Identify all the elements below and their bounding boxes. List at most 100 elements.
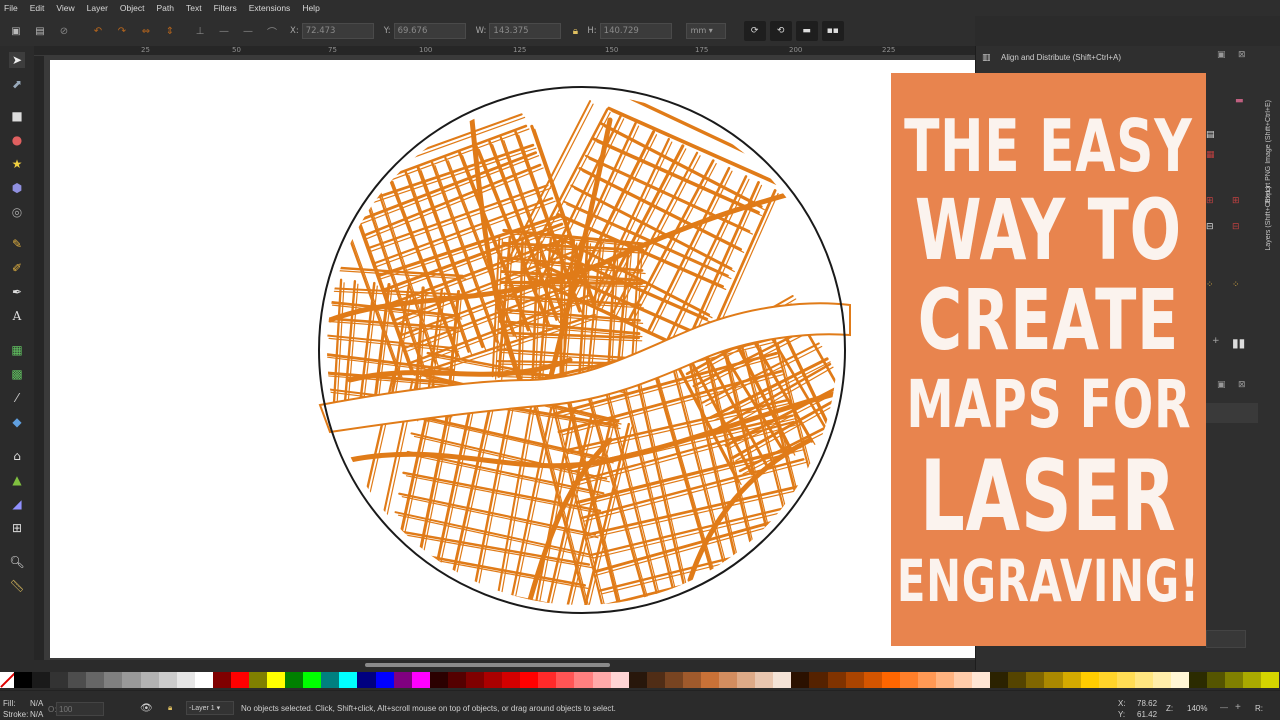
- color-swatch[interactable]: [881, 672, 900, 688]
- color-swatch[interactable]: [502, 672, 521, 688]
- x-input[interactable]: 72.473: [301, 23, 374, 39]
- color-swatch[interactable]: [755, 672, 774, 688]
- raise-icon[interactable]: —: [216, 23, 232, 39]
- connector-tool-icon[interactable]: ⊞: [9, 520, 25, 536]
- circle-tool-icon[interactable]: ●: [9, 132, 25, 148]
- deselect-icon[interactable]: ⊘: [56, 23, 72, 39]
- color-swatch[interactable]: [285, 672, 304, 688]
- rectangle-tool-icon[interactable]: ■: [9, 108, 25, 124]
- select-all-icon[interactable]: ▣: [8, 23, 24, 39]
- color-swatch[interactable]: [357, 672, 376, 688]
- panel-close-icon[interactable]: ⊠: [1238, 380, 1246, 390]
- color-swatch[interactable]: [375, 672, 394, 688]
- color-swatch[interactable]: [972, 672, 991, 688]
- color-swatch[interactable]: [1116, 672, 1135, 688]
- color-swatch[interactable]: [719, 672, 738, 688]
- color-swatch[interactable]: [339, 672, 358, 688]
- color-swatch[interactable]: [899, 672, 918, 688]
- transform-stroke-button[interactable]: ⟳: [743, 21, 766, 41]
- color-swatch[interactable]: [32, 672, 51, 688]
- color-swatch[interactable]: [954, 672, 973, 688]
- lower-to-bottom-icon[interactable]: ⌒: [264, 23, 280, 39]
- color-swatch[interactable]: [538, 672, 557, 688]
- toggle-visibility-icon[interactable]: 👁︎: [140, 703, 153, 714]
- color-swatch[interactable]: [104, 672, 123, 688]
- menu-view[interactable]: View: [56, 3, 74, 13]
- color-swatch[interactable]: [610, 672, 629, 688]
- transform-corners-button[interactable]: ⟲: [769, 21, 792, 41]
- color-swatch[interactable]: [737, 672, 756, 688]
- color-swatch[interactable]: [592, 672, 611, 688]
- paint-bucket-tool-icon[interactable]: ◆: [9, 414, 25, 430]
- color-swatch[interactable]: [917, 672, 936, 688]
- columns-icon[interactable]: ▮▮: [1232, 336, 1245, 350]
- text-tool-icon[interactable]: A: [9, 308, 25, 324]
- panel-dropdown[interactable]: [1206, 630, 1246, 648]
- lock-layer-icon[interactable]: 🔒︎: [168, 703, 172, 713]
- align-icon[interactable]: ⊟: [1206, 222, 1214, 232]
- fill-value[interactable]: N/A: [30, 699, 43, 708]
- color-swatch[interactable]: [809, 672, 828, 688]
- color-swatch[interactable]: [791, 672, 810, 688]
- color-swatch[interactable]: [1225, 672, 1244, 688]
- zoom-in-icon[interactable]: +: [1235, 702, 1241, 713]
- menu-filters[interactable]: Filters: [214, 3, 237, 13]
- page-area[interactable]: [50, 60, 975, 658]
- align-icon[interactable]: ⊞: [1206, 196, 1214, 206]
- scrollbar-thumb[interactable]: [365, 663, 610, 667]
- raise-to-top-icon[interactable]: ⊥: [192, 23, 208, 39]
- color-swatch[interactable]: [14, 672, 33, 688]
- color-swatch[interactable]: [212, 672, 231, 688]
- spiral-tool-icon[interactable]: ◎: [9, 204, 25, 220]
- color-swatch[interactable]: [773, 672, 792, 688]
- color-swatch[interactable]: [176, 672, 195, 688]
- menu-layer[interactable]: Layer: [87, 3, 108, 13]
- color-swatch[interactable]: [50, 672, 69, 688]
- color-swatch[interactable]: [321, 672, 340, 688]
- y-input[interactable]: 69.676: [393, 23, 466, 39]
- map-artwork[interactable]: [50, 60, 975, 658]
- color-swatch[interactable]: [1026, 672, 1045, 688]
- color-swatch[interactable]: [1044, 672, 1063, 688]
- rotate-cw-icon[interactable]: ↷: [114, 23, 130, 39]
- layer-select[interactable]: -Layer 1 ▾: [186, 701, 234, 715]
- flip-vertical-icon[interactable]: ⇕: [162, 23, 178, 39]
- color-swatch[interactable]: [86, 672, 105, 688]
- color-swatch[interactable]: [1171, 672, 1190, 688]
- color-swatch[interactable]: [628, 672, 647, 688]
- align-icon[interactable]: ▤: [1206, 130, 1215, 140]
- color-swatch[interactable]: [411, 672, 430, 688]
- layers-tab[interactable]: Layers (Shift+Ctrl+L): [1265, 186, 1272, 251]
- color-swatch[interactable]: [1243, 672, 1262, 688]
- color-swatch[interactable]: [574, 672, 593, 688]
- align-icon[interactable]: ⊟: [1232, 222, 1240, 232]
- align-panel-title[interactable]: Align and Distribute (Shift+Ctrl+A): [1001, 53, 1121, 62]
- menu-extensions[interactable]: Extensions: [249, 3, 291, 13]
- color-swatch[interactable]: [1008, 672, 1027, 688]
- add-icon[interactable]: +: [1212, 336, 1220, 346]
- color-swatch[interactable]: [1261, 672, 1280, 688]
- color-swatch[interactable]: [845, 672, 864, 688]
- color-swatch[interactable]: [990, 672, 1009, 688]
- color-swatch[interactable]: [827, 672, 846, 688]
- select-all-layers-icon[interactable]: ▤: [32, 23, 48, 39]
- color-swatch[interactable]: [465, 672, 485, 688]
- flip-horizontal-icon[interactable]: ⇔: [138, 23, 154, 39]
- no-paint-swatch[interactable]: [0, 672, 14, 688]
- color-swatch[interactable]: [267, 672, 286, 688]
- color-swatch[interactable]: [863, 672, 882, 688]
- units-select[interactable]: mm ▾: [685, 23, 726, 39]
- spray-tool-icon[interactable]: ▲: [9, 472, 25, 488]
- color-swatch[interactable]: [1189, 672, 1208, 688]
- color-swatch[interactable]: [1152, 672, 1171, 688]
- align-icon[interactable]: ⊞: [1232, 196, 1240, 206]
- h-input[interactable]: 140.729: [599, 23, 672, 39]
- align-icon[interactable]: ▦: [1206, 150, 1215, 160]
- zoom-tool-icon[interactable]: 🔍︎: [9, 554, 25, 570]
- align-icon[interactable]: ⁘: [1232, 280, 1240, 290]
- color-swatch[interactable]: [68, 672, 87, 688]
- color-swatch[interactable]: [682, 672, 701, 688]
- calligraphy-tool-icon[interactable]: ✒: [9, 284, 25, 300]
- color-swatch[interactable]: [158, 672, 177, 688]
- selector-tool-icon[interactable]: ➤: [9, 52, 25, 68]
